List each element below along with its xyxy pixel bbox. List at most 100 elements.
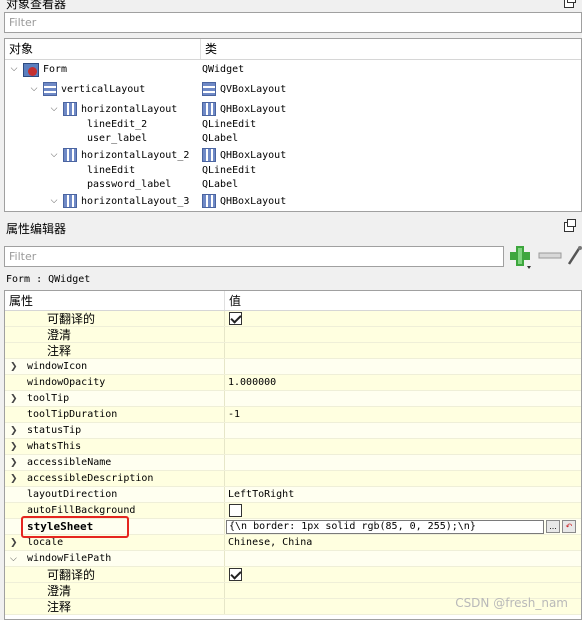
translatable-checkbox[interactable] — [229, 568, 242, 581]
add-dynamic-property-icon[interactable] — [508, 244, 534, 270]
object-class: QLabel — [202, 178, 239, 190]
object-name: lineEdit_2 — [87, 118, 148, 130]
tree-row-form[interactable]: ⌵ Form QWidget — [5, 61, 581, 77]
prop-row-disambiguation[interactable]: 澄清 — [5, 327, 581, 343]
chevron-right-icon[interactable]: ❯ — [10, 458, 18, 468]
prop-row-layoutdirection[interactable]: layoutDirection LeftToRight — [5, 487, 581, 503]
object-name: user_label — [87, 132, 148, 144]
object-name: horizontalLayout_3 — [81, 195, 190, 207]
object-class: QLabel — [202, 132, 239, 144]
prop-row-tooltipduration[interactable]: toolTipDuration -1 — [5, 407, 581, 423]
chevron-down-icon[interactable]: ⌵ — [49, 150, 59, 160]
prop-row-whatsthis[interactable]: ❯ whatsThis — [5, 439, 581, 455]
tree-row-horizontallayout-3[interactable]: ⌵ horizontalLayout_3 QHBoxLayout — [5, 193, 581, 209]
prop-row-stylesheet[interactable]: styleSheet {\n border: 1px solid rgb(85,… — [5, 519, 581, 535]
property-editor-title: 属性编辑器 — [6, 221, 67, 236]
property-name: windowOpacity — [27, 377, 106, 388]
property-name: accessibleName — [27, 457, 112, 468]
property-name: layoutDirection — [27, 489, 118, 500]
property-table[interactable]: 属性 值 可翻译的 澄清 注释 ❯ windowIcon windowOpacit… — [4, 290, 582, 620]
object-class: QHBoxLayout — [220, 149, 287, 161]
property-value: {\n border: 1px solid rgb(85, 0, 255);\n… — [229, 521, 476, 532]
column-property[interactable]: 属性 — [5, 291, 225, 310]
object-name: Form — [43, 63, 68, 75]
object-inspector-title: 对象查看器 — [6, 0, 67, 11]
property-name: autoFillBackground — [27, 505, 136, 516]
property-value[interactable]: -1 — [228, 409, 240, 420]
column-class[interactable]: 类 — [201, 39, 217, 59]
object-inspector-title-bar: 对象查看器 — [0, 0, 582, 12]
object-class: QWidget — [202, 63, 245, 75]
object-class: QHBoxLayout — [220, 103, 287, 115]
prop-row-windowicon[interactable]: ❯ windowIcon — [5, 359, 581, 375]
hbox-layout-icon — [202, 148, 216, 162]
chevron-right-icon[interactable]: ❯ — [10, 442, 18, 452]
chevron-right-icon[interactable]: ❯ — [10, 394, 18, 404]
tree-row-horizontallayout-2[interactable]: ⌵ horizontalLayout_2 QHBoxLayout — [5, 147, 581, 163]
object-tree[interactable]: 对象 类 ⌵ Form QWidget ⌵ verticalLayout QVB… — [4, 38, 582, 212]
vbox-layout-icon — [43, 82, 57, 96]
chevron-down-icon[interactable]: ⌵ — [29, 84, 39, 94]
property-value[interactable]: 1.000000 — [228, 377, 276, 388]
object-class: QHBoxLayout — [220, 195, 287, 207]
chevron-right-icon[interactable]: ❯ — [10, 538, 18, 548]
hbox-layout-icon — [202, 194, 216, 208]
property-value[interactable]: Chinese, China — [228, 537, 312, 548]
hbox-layout-icon — [63, 148, 77, 162]
configure-wrench-icon[interactable] — [566, 246, 582, 268]
prop-row-autofillbackground[interactable]: autoFillBackground — [5, 503, 581, 519]
translatable-checkbox[interactable] — [229, 312, 242, 325]
stylesheet-value-input[interactable]: {\n border: 1px solid rgb(85, 0, 255);\n… — [226, 519, 544, 534]
tree-row-verticallayout[interactable]: ⌵ verticalLayout QVBoxLayout — [5, 81, 581, 97]
chevron-right-icon[interactable]: ❯ — [10, 426, 18, 436]
property-name: 注释 — [47, 344, 72, 358]
prop-row-tooltip[interactable]: ❯ toolTip — [5, 391, 581, 407]
remove-property-icon[interactable] — [538, 250, 562, 262]
prop-row-translatable-2[interactable]: 可翻译的 — [5, 567, 581, 583]
chevron-down-icon[interactable]: ⌵ — [9, 64, 19, 74]
prop-row-translatable[interactable]: 可翻译的 — [5, 311, 581, 327]
prop-row-comment[interactable]: 注释 — [5, 343, 581, 359]
tree-row-horizontallayout[interactable]: ⌵ horizontalLayout QHBoxLayout — [5, 101, 581, 117]
property-name: 澄清 — [47, 584, 72, 598]
column-object[interactable]: 对象 — [5, 39, 201, 59]
property-editor-title-bar: 属性编辑器 — [0, 219, 582, 237]
tree-row-lineedit-2[interactable]: lineEdit_2 QLineEdit — [5, 117, 581, 131]
prop-row-windowopacity[interactable]: windowOpacity 1.000000 — [5, 375, 581, 391]
chevron-right-icon[interactable]: ❯ — [10, 362, 18, 372]
property-context-label: Form : QWidget — [6, 274, 91, 285]
object-name: horizontalLayout_2 — [81, 149, 190, 161]
prop-row-windowfilepath[interactable]: ⌵ windowFilePath — [5, 551, 581, 567]
property-name: toolTipDuration — [27, 409, 118, 420]
prop-row-locale[interactable]: ❯ locale Chinese, China — [5, 535, 581, 551]
prop-row-statustip[interactable]: ❯ statusTip — [5, 423, 581, 439]
object-class: QLineEdit — [202, 164, 257, 176]
object-class: QLineEdit — [202, 118, 257, 130]
chevron-down-icon[interactable]: ⌵ — [10, 554, 17, 564]
chevron-down-icon[interactable]: ⌵ — [49, 196, 59, 206]
tree-row-password-label[interactable]: password_label QLabel — [5, 177, 581, 191]
prop-row-accessiblename[interactable]: ❯ accessibleName — [5, 455, 581, 471]
object-filter-input[interactable]: Filter — [4, 12, 582, 33]
autofill-checkbox[interactable] — [229, 504, 242, 517]
property-name: styleSheet — [27, 520, 94, 533]
column-value[interactable]: 值 — [225, 291, 241, 310]
property-name: windowFilePath — [27, 553, 112, 564]
tree-row-user-label[interactable]: user_label QLabel — [5, 131, 581, 145]
chevron-right-icon[interactable]: ❯ — [10, 474, 18, 484]
property-value[interactable]: LeftToRight — [228, 489, 294, 500]
stylesheet-more-button[interactable]: ... — [546, 520, 560, 533]
property-name: 可翻译的 — [47, 568, 96, 582]
form-icon — [23, 62, 39, 77]
reset-property-icon[interactable]: ↶ — [562, 520, 576, 533]
hbox-layout-icon — [202, 102, 216, 116]
property-name: 可翻译的 — [47, 312, 96, 326]
float-dock-icon[interactable] — [564, 0, 576, 8]
chevron-down-icon[interactable]: ⌵ — [49, 104, 59, 114]
float-dock-icon[interactable] — [564, 219, 576, 232]
tree-row-lineedit[interactable]: lineEdit QLineEdit — [5, 163, 581, 177]
prop-row-accessibledescription[interactable]: ❯ accessibleDescription — [5, 471, 581, 487]
object-name: verticalLayout — [61, 83, 146, 95]
property-filter-input[interactable]: Filter — [4, 246, 504, 267]
object-name: lineEdit — [87, 164, 136, 176]
